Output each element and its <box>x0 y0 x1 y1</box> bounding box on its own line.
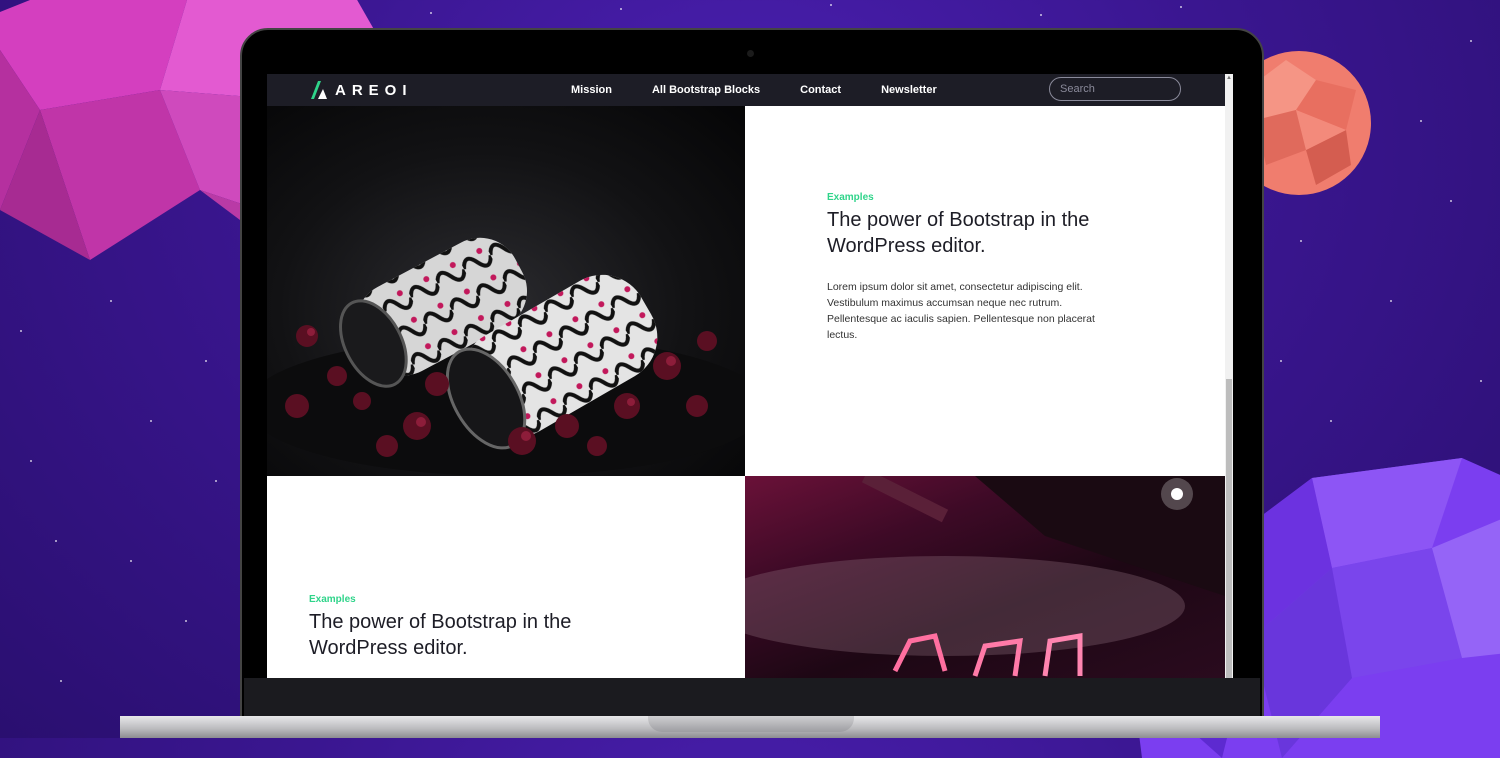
laptop-notch <box>648 716 854 732</box>
section-heading: The power of Bootstrap in the WordPress … <box>309 611 572 659</box>
nav-link-mission[interactable]: Mission <box>571 84 612 96</box>
logo-mark-icon <box>311 81 327 99</box>
nav-link-newsletter[interactable]: Newsletter <box>881 84 937 96</box>
navbar: AREOI Mission All Bootstrap Blocks Conta… <box>267 74 1225 106</box>
camera-icon <box>747 50 754 57</box>
laptop-bezel <box>244 678 1260 716</box>
scroll-up-arrow-icon[interactable]: ▲ <box>1226 74 1232 82</box>
scrollbar[interactable]: ▲ <box>1225 74 1233 678</box>
section-body: Lorem ipsum dolor sit amet, consectetur … <box>827 281 1095 341</box>
website-screen: AREOI Mission All Bootstrap Blocks Conta… <box>267 74 1233 678</box>
cans-photo <box>267 106 745 476</box>
search-input[interactable] <box>1049 77 1181 101</box>
section-heading: The power of Bootstrap in the WordPress … <box>827 209 1090 257</box>
nav-link-all-bootstrap-blocks[interactable]: All Bootstrap Blocks <box>652 84 760 96</box>
nav-link-contact[interactable]: Contact <box>800 84 841 96</box>
feature-section-1: Examples The power of Bootstrap in the W… <box>745 106 1225 476</box>
section-eyebrow: Examples <box>309 594 356 605</box>
brand-name: AREOI <box>335 81 413 99</box>
scroll-thumb[interactable] <box>1226 379 1232 678</box>
nav-menu: Mission All Bootstrap Blocks Contact New… <box>571 74 977 106</box>
feature-section-2: Examples The power of Bootstrap in the W… <box>267 476 745 678</box>
neon-sign-photo <box>745 476 1225 678</box>
section-eyebrow: Examples <box>827 192 874 203</box>
brand-logo[interactable]: AREOI <box>309 80 413 100</box>
